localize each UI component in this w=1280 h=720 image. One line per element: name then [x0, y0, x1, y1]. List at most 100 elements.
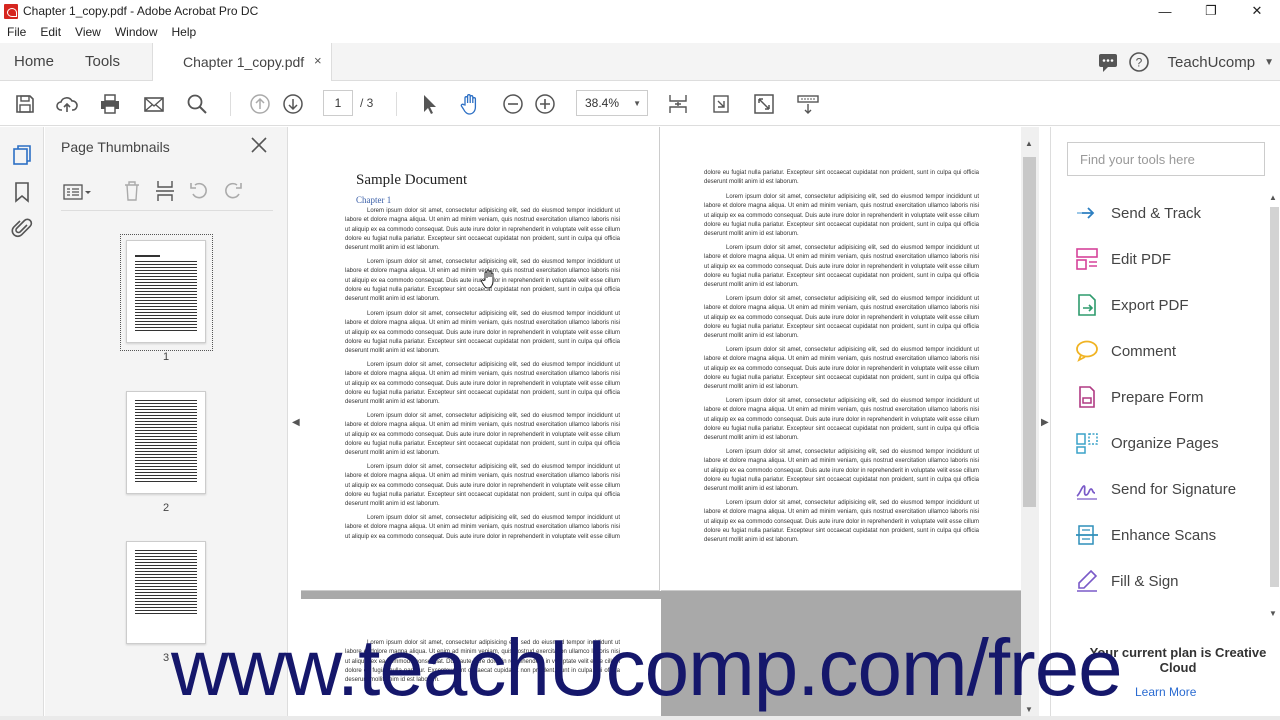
collapse-left-panel-icon[interactable]: ◀ — [292, 417, 300, 428]
menu-file[interactable]: File — [0, 25, 33, 39]
tools-scrollbar[interactable]: ▲ ▼ — [1265, 193, 1280, 623]
thumbnail-text-line — [135, 300, 197, 301]
scroll-thumb[interactable] — [1023, 157, 1036, 507]
bottom-strip — [0, 716, 1280, 720]
cloud-upload-icon[interactable] — [55, 92, 79, 116]
search-icon[interactable] — [185, 92, 209, 116]
thumbnail-text-line — [135, 318, 197, 319]
thumbnail-text-line — [135, 430, 197, 431]
tools-scroll-down-icon[interactable]: ▼ — [1269, 609, 1277, 618]
thumbnail-text-line — [135, 433, 197, 434]
tool-edit-pdf[interactable]: Edit PDF — [1075, 246, 1171, 272]
zoom-in-icon[interactable] — [533, 92, 557, 116]
thumbnail-text-line — [135, 466, 197, 467]
rotate-view-icon[interactable] — [709, 92, 733, 116]
thumbnail-text-line — [135, 481, 197, 482]
tool-send-track[interactable]: Send & Track — [1075, 200, 1201, 226]
thumbnail-toolbar — [61, 177, 273, 211]
tool-fill-sign[interactable]: Fill & Sign — [1075, 568, 1179, 594]
page-thumbnails-icon[interactable] — [11, 144, 33, 166]
thumbnail-number: 2 — [162, 502, 170, 514]
thumbnail-text-line — [135, 562, 197, 563]
tool-label: Send & Track — [1111, 204, 1202, 222]
menu-view[interactable]: View — [68, 25, 108, 39]
tools-scroll-thumb[interactable] — [1270, 207, 1279, 587]
tool-prepare-form[interactable]: Prepare Form — [1075, 384, 1204, 410]
paragraph: dolore eu fugiat nulla pariatur. Excepte… — [704, 170, 979, 186]
thumbnail-text-line — [135, 436, 197, 437]
thumbnail-text-line — [135, 324, 197, 325]
collapse-right-panel-icon[interactable]: ▶ — [1041, 417, 1049, 428]
save-icon[interactable] — [13, 92, 37, 116]
menu-window[interactable]: Window — [108, 25, 165, 39]
tool-send-signature[interactable]: Send for Signature — [1075, 476, 1236, 502]
close-tab-icon[interactable]: × — [314, 53, 322, 68]
email-icon[interactable] — [142, 92, 166, 116]
zoom-level-select[interactable]: 38.4% ▼ — [576, 90, 648, 116]
insert-page-icon[interactable] — [154, 179, 176, 203]
thumbnail-text-line — [135, 451, 197, 452]
print-icon[interactable] — [98, 92, 122, 116]
tab-home[interactable]: Home — [14, 53, 54, 70]
thumbnail-text-line — [135, 589, 197, 590]
rotate-left-icon[interactable] — [188, 179, 210, 203]
organize-pages-icon — [1075, 431, 1099, 455]
menu-help[interactable]: Help — [165, 25, 204, 39]
rotate-right-icon[interactable] — [222, 179, 244, 203]
thumbnail-text-line — [135, 580, 197, 581]
thumbnail-text-line — [135, 306, 197, 307]
tool-enhance-scans[interactable]: Enhance Scans — [1075, 522, 1216, 548]
attachments-icon[interactable] — [11, 217, 33, 239]
zoom-out-icon[interactable] — [501, 92, 525, 116]
minimize-button[interactable]: — — [1142, 0, 1188, 22]
account-caret-icon[interactable]: ▼ — [1264, 57, 1274, 68]
chat-icon[interactable] — [1097, 51, 1119, 73]
tab-document[interactable]: Chapter 1_copy.pdf × — [152, 43, 332, 81]
scroll-mode-icon[interactable] — [796, 92, 820, 116]
close-window-button[interactable]: ✕ — [1234, 0, 1280, 22]
tool-comment[interactable]: Comment — [1075, 338, 1176, 364]
thumbnail-page-2[interactable] — [126, 391, 206, 494]
edit-pdf-icon — [1075, 247, 1099, 271]
thumbnail-text-line — [135, 282, 197, 283]
thumbnail-text-line — [135, 427, 197, 428]
find-tools-input[interactable]: Find your tools here — [1067, 142, 1265, 176]
paragraph: Lorem ipsum dolor sit amet, consectetur … — [704, 245, 979, 289]
page-total: / 3 — [360, 96, 374, 110]
thumbnail-text-line — [135, 448, 197, 449]
tools-scroll-up-icon[interactable]: ▲ — [1269, 193, 1277, 202]
bookmarks-icon[interactable] — [11, 181, 33, 203]
hand-tool-icon[interactable] — [458, 92, 482, 116]
thumbnail-text-line — [135, 291, 197, 292]
tool-organize-pages[interactable]: Organize Pages — [1075, 430, 1219, 456]
learn-more-link[interactable]: Learn More — [1135, 685, 1196, 699]
fit-page-icon[interactable] — [666, 92, 690, 116]
maximize-button[interactable]: ❐ — [1188, 0, 1234, 22]
thumbnail-text-line — [135, 574, 197, 575]
scroll-up-icon[interactable]: ▲ — [1025, 139, 1033, 148]
send-signature-icon — [1075, 477, 1099, 501]
menu-edit[interactable]: Edit — [33, 25, 68, 39]
thumbnail-number: 1 — [162, 351, 170, 363]
thumbnail-options-icon[interactable] — [63, 181, 93, 203]
close-panel-icon[interactable] — [249, 135, 269, 155]
full-screen-icon[interactable] — [752, 92, 776, 116]
window-title: Chapter 1_copy.pdf - Adobe Acrobat Pro D… — [23, 4, 259, 18]
next-page-icon[interactable] — [281, 92, 305, 116]
paragraph: Lorem ipsum dolor sit amet, consectetur … — [704, 194, 979, 238]
paragraph: Lorem ipsum dolor sit amet, consectetur … — [704, 296, 979, 340]
account-name[interactable]: TeachUcomp — [1168, 54, 1256, 71]
delete-page-icon[interactable] — [121, 179, 143, 203]
thumbnail-text-line — [135, 556, 197, 557]
thumbnail-text-line — [135, 610, 197, 611]
tab-tools[interactable]: Tools — [85, 53, 120, 70]
current-page-input[interactable]: 1 — [323, 90, 353, 116]
thumbnail-text-line — [135, 321, 197, 322]
help-icon[interactable]: ? — [1128, 51, 1150, 73]
paragraph: Lorem ipsum dolor sit amet, consectetur … — [704, 500, 979, 544]
thumbnail-text-line — [135, 279, 197, 280]
thumbnail-page-1[interactable] — [126, 240, 206, 343]
select-cursor-icon[interactable] — [416, 92, 440, 116]
tool-export-pdf[interactable]: Export PDF — [1075, 292, 1189, 318]
previous-page-icon[interactable] — [248, 92, 272, 116]
